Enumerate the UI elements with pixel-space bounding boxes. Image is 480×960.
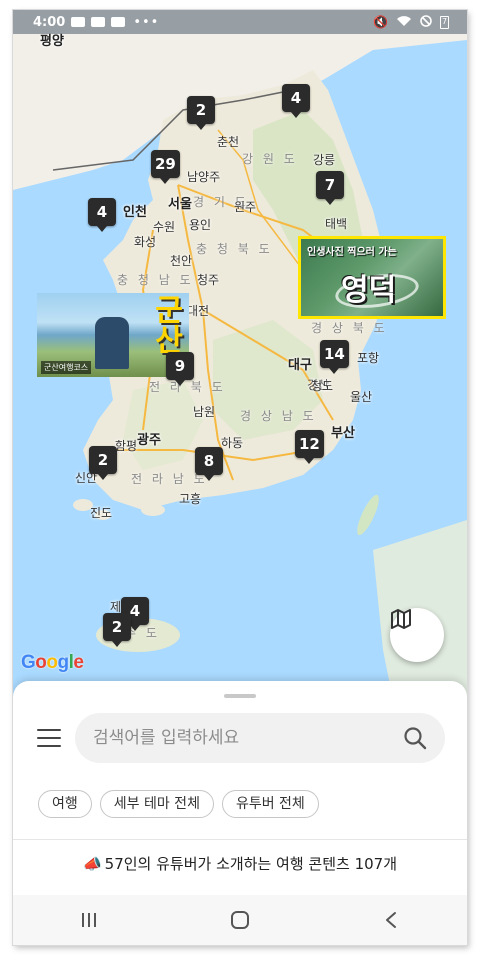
cluster-marker[interactable]: 29 xyxy=(151,150,180,184)
recents-icon xyxy=(81,913,96,927)
region-label-chungbuk: 충 청 북 도 xyxy=(196,242,273,256)
city-label-taebaek: 태백 xyxy=(325,217,348,231)
search-input[interactable] xyxy=(93,713,393,763)
mute-icon: 🔇 xyxy=(373,15,388,29)
notification-youtube-icon-2 xyxy=(91,17,106,27)
home-icon xyxy=(230,911,249,929)
region-label-gyeongnam: 경 상 남 도 xyxy=(240,409,317,423)
cluster-marker[interactable]: 4 xyxy=(88,198,116,232)
cluster-marker[interactable]: 9 xyxy=(166,352,194,386)
city-label-jindo: 진도 xyxy=(90,506,113,520)
wifi-icon xyxy=(396,15,412,30)
battery-icon: 7 xyxy=(440,15,449,29)
city-label-hadong: 하동 xyxy=(221,436,244,450)
city-label-cheonan: 천안 xyxy=(170,254,193,268)
home-button[interactable] xyxy=(210,900,270,940)
city-label-hampyeong: 함평 xyxy=(115,439,138,453)
status-time: 4:00 xyxy=(33,14,66,30)
city-label-goheung: 고흥 xyxy=(179,492,202,506)
divider xyxy=(13,839,467,840)
thumbnail-gunsan-photo xyxy=(95,317,129,369)
status-bar: 4:00 ••• 🔇 7 xyxy=(13,10,467,34)
system-nav-bar xyxy=(13,895,467,945)
city-label-gwangju: 광주 xyxy=(137,433,161,448)
back-icon xyxy=(386,912,397,928)
city-label-pohang: 포항 xyxy=(357,351,380,365)
phone-screen: 4:00 ••• 🔇 7 강 원 도 경 기 도 충 청 북 도 충 청 남 도… xyxy=(13,10,467,945)
filter-chips: 여행 세부 테마 전체 유투버 전체 xyxy=(38,790,319,818)
cluster-marker[interactable]: 14 xyxy=(320,340,349,374)
city-label-gangneung: 강릉 xyxy=(313,153,336,167)
city-label-hwaseong: 화성 xyxy=(134,235,157,249)
city-label-ulsan: 울산 xyxy=(350,390,373,404)
cluster-marker[interactable]: 2 xyxy=(89,446,117,480)
cluster-marker[interactable]: 12 xyxy=(295,430,324,464)
city-label-yongin: 용인 xyxy=(189,218,212,232)
cluster-marker[interactable]: 7 xyxy=(316,171,344,205)
cluster-marker[interactable]: 2 xyxy=(187,96,215,130)
city-label-namyangju: 남양주 xyxy=(187,170,221,184)
thumbnail-yeongdeok-title: 영덕 xyxy=(341,273,397,308)
map-view[interactable]: 강 원 도 경 기 도 충 청 북 도 충 청 남 도 경 상 북 도 전 라 … xyxy=(13,10,467,700)
city-label-incheon: 인천 xyxy=(123,205,147,220)
megaphone-icon: 📣 xyxy=(82,855,102,873)
cluster-marker[interactable]: 8 xyxy=(195,447,223,481)
chip-theme[interactable]: 세부 테마 전체 xyxy=(99,790,214,818)
region-label-chungnam: 충 청 남 도 xyxy=(117,273,194,287)
city-label-suwon: 수원 xyxy=(153,220,176,234)
recents-button[interactable] xyxy=(59,900,119,940)
do-not-disturb-icon xyxy=(420,14,432,30)
promo-banner[interactable]: 📣 57인의 유튜버가 소개하는 여행 콘텐츠 107개 xyxy=(13,853,467,874)
city-label-chuncheon: 춘천 xyxy=(217,135,240,149)
city-label-namwon: 남원 xyxy=(193,405,216,419)
map-toggle-button[interactable] xyxy=(390,608,444,662)
search-icon[interactable] xyxy=(403,726,427,750)
region-label-gangwon: 강 원 도 xyxy=(242,152,298,166)
region-label-jeonbuk: 전 라 북 도 xyxy=(149,380,226,394)
chip-category[interactable]: 여행 xyxy=(38,790,92,818)
city-label-daejeon: 대전 xyxy=(187,304,210,318)
cluster-marker[interactable]: 4 xyxy=(282,84,310,118)
city-label-daegu: 대구 xyxy=(288,358,312,373)
city-label-cheongdo: 청도 xyxy=(311,379,334,393)
more-notifications-icon: ••• xyxy=(133,14,160,30)
promo-text: 57인의 유튜버가 소개하는 여행 콘텐츠 107개 xyxy=(104,855,398,873)
sheet-drag-handle[interactable] xyxy=(224,694,256,698)
bottom-sheet: 여행 세부 테마 전체 유투버 전체 📣57인의 유튜버가 소개하는 여행 콘텐… xyxy=(13,681,467,895)
thumbnail-gunsan-title[interactable]: 군산 xyxy=(143,294,187,354)
notification-youtube-icon xyxy=(71,17,86,27)
city-label-seoul: 서울 xyxy=(168,197,192,212)
hamburger-menu-icon[interactable] xyxy=(37,729,61,747)
thumbnail-gunsan-caption: 군산여행코스 xyxy=(41,361,92,374)
back-button[interactable] xyxy=(361,900,421,940)
search-bar[interactable] xyxy=(75,713,445,763)
notification-cloud-icon xyxy=(111,17,126,27)
map-icon xyxy=(391,609,411,629)
chip-youtuber[interactable]: 유투버 전체 xyxy=(221,790,319,818)
city-label-wonju: 원주 xyxy=(234,200,257,214)
region-label-gyeongbuk: 경 상 북 도 xyxy=(311,321,388,335)
google-logo: Google xyxy=(21,652,84,673)
thumbnail-yeongdeok-subtitle: 인생사진 찍으러 가는 xyxy=(307,247,397,258)
city-label-busan: 부산 xyxy=(331,426,355,441)
city-label-cheongju: 청주 xyxy=(197,273,220,287)
cluster-marker[interactable]: 2 xyxy=(103,613,131,647)
thumbnail-yeongdeok[interactable]: 인생사진 찍으러 가는 영덕 xyxy=(298,236,446,319)
